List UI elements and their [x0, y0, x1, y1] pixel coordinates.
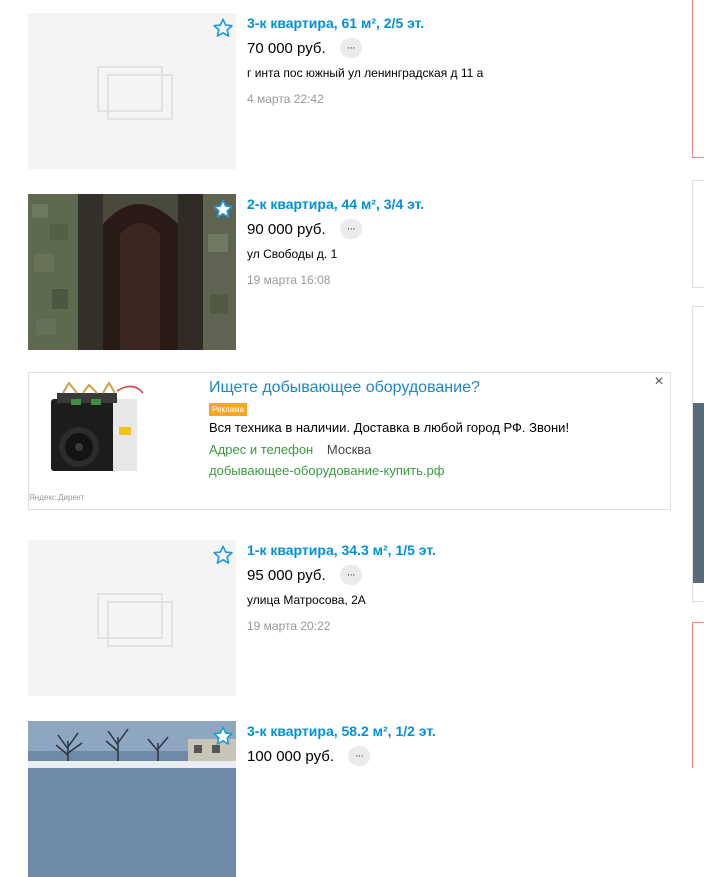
favorite-star-icon[interactable]: [212, 17, 234, 39]
listing-card[interactable]: 2-к квартира, 44 м², 3/4 эт. 90 000 руб.…: [28, 194, 668, 350]
sidebar-card-fragment: [692, 180, 704, 288]
ad-city: Москва: [326, 442, 372, 457]
ad-badge: Реклама: [209, 403, 248, 416]
listing-photo-placeholder[interactable]: [28, 540, 236, 696]
listing-price: 70 000 руб.: [247, 39, 326, 57]
image-placeholder-icon: [97, 66, 173, 120]
listing-photo[interactable]: [28, 721, 236, 877]
winter-street-photo-image: [28, 721, 236, 877]
listing-date: 19 марта 16:08: [247, 273, 331, 287]
more-options-button[interactable]: ···: [339, 219, 362, 239]
favorite-star-icon[interactable]: [212, 198, 234, 220]
more-options-button[interactable]: ···: [339, 38, 362, 58]
mining-hardware-image: [51, 381, 144, 471]
favorite-star-icon[interactable]: [212, 725, 234, 747]
sidebar-image-fragment: [693, 403, 704, 583]
yandex-direct-ad[interactable]: Ищете добывающее оборудование? Реклама В…: [28, 372, 671, 510]
sidebar-banner-fragment: [692, 622, 704, 768]
listing-price: 100 000 руб.: [247, 747, 334, 765]
listing-address: улица Матросова, 2А: [247, 593, 366, 607]
image-placeholder-icon: [97, 593, 173, 647]
listing-title-link[interactable]: 3-к квартира, 58.2 м², 1/2 эт.: [247, 721, 436, 741]
ad-domain-link[interactable]: добывающее-оборудование-купить.рф: [209, 463, 444, 478]
door-photo-image: [28, 194, 236, 350]
favorite-star-icon[interactable]: [212, 544, 234, 566]
more-options-button[interactable]: ···: [339, 565, 362, 585]
ad-source-label: Яндекс.Директ: [29, 493, 85, 502]
sidebar-banner-fragment: [692, 0, 704, 158]
listing-date: 4 марта 22:42: [247, 92, 324, 106]
ad-title-link[interactable]: Ищете добывающее оборудование?: [209, 379, 480, 397]
listing-title-link[interactable]: 2-к квартира, 44 м², 3/4 эт.: [247, 194, 424, 214]
ad-close-button[interactable]: ×: [652, 373, 666, 391]
more-options-button[interactable]: ···: [348, 746, 370, 766]
sidebar-card-fragment: [692, 306, 704, 602]
ad-contacts-link[interactable]: Адрес и телефон: [209, 442, 313, 457]
listing-photo[interactable]: [28, 194, 236, 350]
listing-card[interactable]: 3-к квартира, 61 м², 2/5 эт. 70 000 руб.…: [28, 13, 668, 169]
listing-card[interactable]: 3-к квартира, 58.2 м², 1/2 эт. 100 000 р…: [28, 721, 668, 877]
listing-price: 95 000 руб.: [247, 566, 326, 584]
listing-photo-placeholder[interactable]: [28, 13, 236, 169]
listing-title-link[interactable]: 1-к квартира, 34.3 м², 1/5 эт.: [247, 540, 436, 560]
listing-address: ул Свободы д. 1: [247, 247, 338, 261]
listing-card[interactable]: 1-к квартира, 34.3 м², 1/5 эт. 95 000 ру…: [28, 540, 668, 696]
listing-title-link[interactable]: 3-к квартира, 61 м², 2/5 эт.: [247, 13, 483, 33]
listing-price: 90 000 руб.: [247, 220, 326, 238]
listing-address: г инта пос южный ул ленинградская д 11 а: [247, 66, 484, 80]
listing-date: 19 марта 20:22: [247, 619, 331, 633]
ad-description: Вся техника в наличии. Доставка в любой …: [209, 420, 570, 435]
